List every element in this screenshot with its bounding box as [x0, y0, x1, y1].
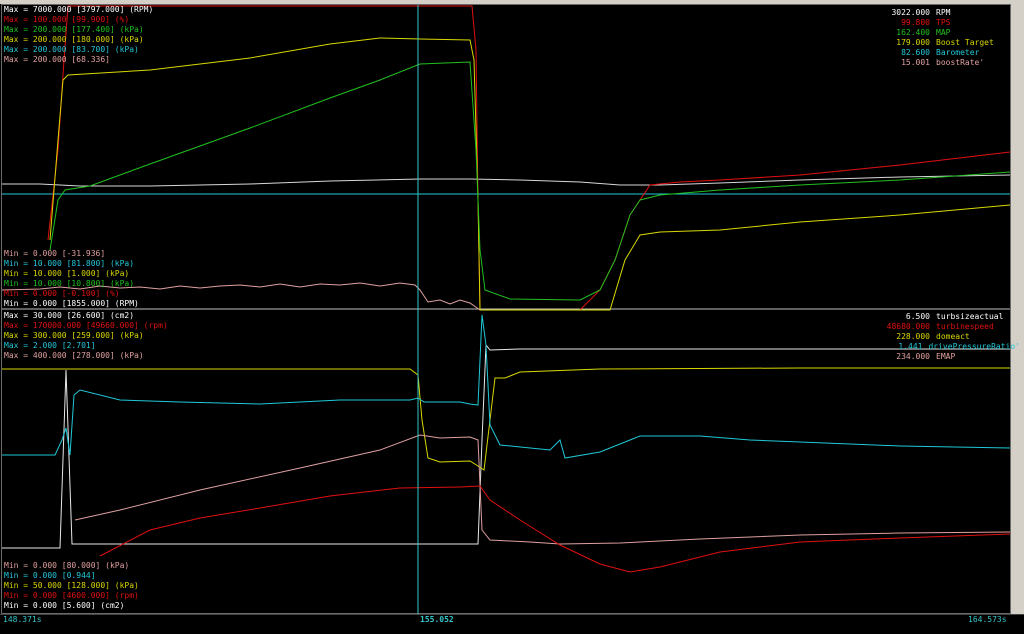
trace-rpm: [2, 174, 1011, 187]
legend-name: domeact: [936, 332, 970, 341]
legend-value: 15.001: [901, 58, 930, 67]
trace-turbsizeactual: [2, 343, 1010, 549]
bottom-legend-row-turbinespeed[interactable]: 48680.000 turbinespeed: [860, 322, 1020, 332]
top-legend-row-map[interactable]: 162.400 MAP: [860, 28, 1008, 38]
bottom-legend-row-emap[interactable]: 234.000 EMAP: [860, 352, 1020, 362]
top-legend-row-boost-target[interactable]: 179.000 Boost Target: [860, 38, 1008, 48]
legend-value: 1.441: [898, 342, 923, 351]
top-max-boost-rate: Max = 200.000 [68.336]: [4, 55, 110, 64]
legend-name: turbinespeed: [936, 322, 994, 331]
legend-value: 179.000: [896, 38, 930, 47]
top-legend: 3022.000 RPM 99.800 TPS 162.400 MAP 179.000…: [860, 8, 1008, 68]
bottom-max-emap: Max = 400.000 [278.000] (kPa): [4, 351, 144, 360]
legend-value: 234.000: [896, 352, 930, 361]
top-legend-row-barometer[interactable]: 82.600 Barometer: [860, 48, 1008, 58]
top-legend-row-rpm[interactable]: 3022.000 RPM: [860, 8, 1008, 18]
trace-boost-target: [49, 37, 1011, 311]
top-legend-row-boost-rate[interactable]: 15.001 boostRate': [860, 58, 1008, 68]
bottom-legend: 6.500 turbsizeactual 48680.000 turbinespee…: [860, 312, 1020, 362]
bottom-max-labels: Max = 30.000 [26.600] (cm2) Max = 170000…: [4, 311, 168, 361]
bottom-max-turbsize: Max = 30.000 [26.600] (cm2): [4, 311, 135, 320]
time-end-label: 164.573s: [968, 615, 1007, 624]
legend-name: TPS: [936, 18, 951, 27]
top-min-map: Min = 10.000 [10.800] (kPa): [4, 279, 135, 288]
top-max-rpm: Max = 7000.000 [3797.000] (RPM): [4, 5, 154, 14]
legend-value: 6.500: [905, 312, 930, 321]
legend-name: turbsizeactual: [936, 312, 1004, 321]
top-min-tps: Min = 0.000 [-0.100] (%): [4, 289, 120, 298]
top-legend-row-tps[interactable]: 99.800 TPS: [860, 18, 1008, 28]
top-min-rpm: Min = 0.000 [1855.000] (RPM): [4, 299, 139, 308]
legend-name: EMAP: [936, 352, 956, 361]
time-start-label: 148.371s: [3, 615, 42, 624]
legend-value: 99.800: [901, 18, 930, 27]
top-max-map: Max = 200.000 [177.400] (kPa): [4, 25, 144, 34]
legend-value: 82.600: [901, 48, 930, 57]
top-max-labels: Max = 7000.000 [3797.000] (RPM) Max = 10…: [4, 5, 153, 65]
bottom-legend-row-domeact[interactable]: 228.000 domeact: [860, 332, 1020, 342]
bottom-min-turbinespeed: Min = 0.000 [4600.000] (rpm): [4, 591, 139, 600]
time-axis-bar[interactable]: [0, 614, 1024, 634]
bottom-max-drive-pressure-ratio: Max = 2.000 [2.701]: [4, 341, 96, 350]
trace-emap: [74, 434, 1011, 545]
legend-value: 48680.000: [886, 322, 930, 331]
bottom-legend-row-turbsize[interactable]: 6.500 turbsizeactual: [860, 312, 1020, 322]
legend-name: MAP: [936, 28, 951, 37]
bottom-min-labels: Min = 0.000 [80.000] (kPa) Min = 0.000 […: [4, 561, 139, 611]
bottom-max-turbinespeed: Max = 170000.000 [49660.000] (rpm): [4, 321, 168, 330]
bottom-legend-row-drive-pressure-ratio[interactable]: 1.441 drivePressureRatio': [860, 342, 1020, 352]
bottom-min-drive-pressure-ratio: Min = 0.000 [0.944]: [4, 571, 96, 580]
cursor-time-label: 155.052: [420, 615, 454, 625]
legend-value: 3022.000: [891, 8, 930, 17]
legend-name: Boost Target: [936, 38, 994, 47]
legend-name: drivePressureRatio': [928, 342, 1020, 351]
legend-name: boostRate': [936, 58, 985, 67]
bottom-min-turbsize: Min = 0.000 [5.600] (cm2): [4, 601, 125, 610]
trace-domeact: [2, 367, 1010, 471]
legend-name: Barometer: [936, 48, 980, 57]
top-min-boost-rate: Min = 0.000 [-31.936]: [4, 249, 106, 258]
bottom-min-emap: Min = 0.000 [80.000] (kPa): [4, 561, 130, 570]
bottom-max-domeact: Max = 300.000 [259.000] (kPa): [4, 331, 144, 340]
top-min-barometer: Min = 10.000 [81.800] (kPa): [4, 259, 135, 268]
top-max-tps: Max = 100.000 [99.900] (%): [4, 15, 130, 24]
bottom-min-domeact: Min = 50.000 [128.000] (kPa): [4, 581, 139, 590]
top-max-boost-target: Max = 200.000 [180.000] (kPa): [4, 35, 144, 44]
top-min-labels: Min = 0.000 [-31.936] Min = 10.000 [81.8…: [4, 249, 139, 309]
legend-value: 162.400: [896, 28, 930, 37]
legend-name: RPM: [936, 8, 951, 17]
top-min-boost-target: Min = 10.000 [1.000] (kPa): [4, 269, 130, 278]
trace-turbine-speed: [99, 485, 1011, 573]
legend-value: 228.000: [896, 332, 930, 341]
trace-map: [49, 61, 1011, 301]
top-max-barometer: Max = 200.000 [83.700] (kPa): [4, 45, 139, 54]
